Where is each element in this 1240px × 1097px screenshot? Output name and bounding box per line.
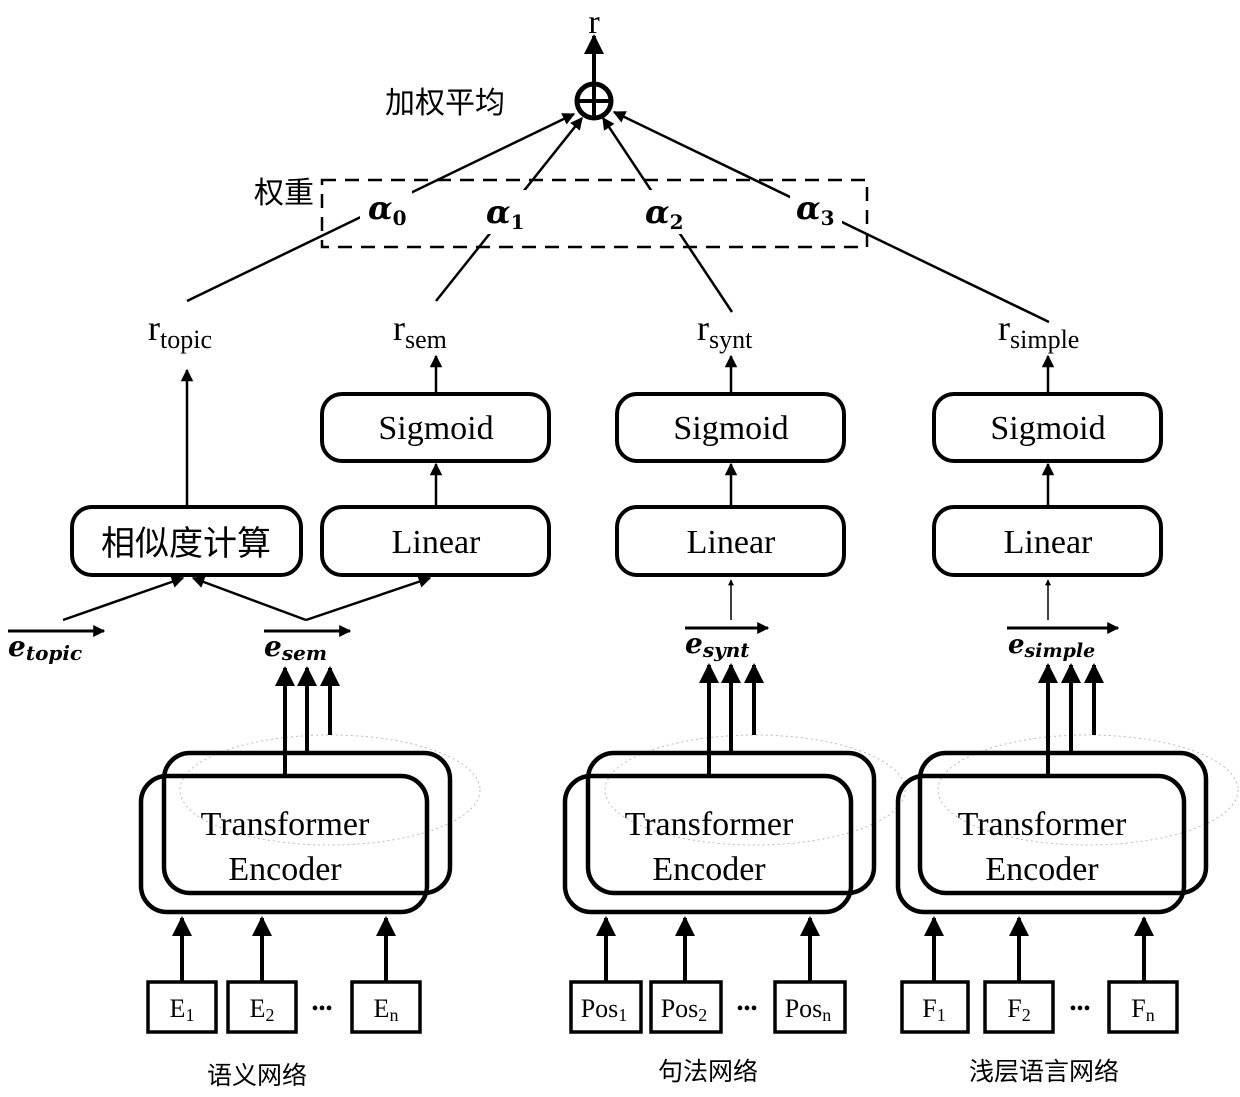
weighted-average-label: 加权平均 bbox=[385, 86, 505, 121]
network-name: 浅层语言网络 bbox=[969, 1057, 1119, 1086]
ellipsis: ••• bbox=[1069, 998, 1090, 1020]
input-token-box: F1 bbox=[900, 916, 970, 1034]
score-r-simple: rsimple bbox=[998, 308, 1079, 354]
input-token-box: En bbox=[350, 916, 422, 1034]
input-token-box: E2 bbox=[226, 916, 298, 1034]
encoder-label-line1: Transformer bbox=[201, 806, 370, 843]
input-token-box: Posn bbox=[773, 916, 847, 1034]
network-name: 句法网络 bbox=[658, 1057, 758, 1086]
embedding-e-sem: esem bbox=[264, 625, 352, 665]
input-token-box: E1 bbox=[146, 916, 218, 1034]
transformer-encoder-synt: Transformer Encoder bbox=[562, 663, 906, 915]
sigmoid-label-simple: Sigmoid bbox=[990, 410, 1105, 447]
output-node: r bbox=[584, 4, 604, 84]
svg-text:esimple: esimple bbox=[1008, 630, 1095, 662]
score-r-topic: rtopic bbox=[148, 308, 212, 354]
model-architecture-diagram: r 加权平均 权重 α0 α1 α2 α3 rtopic rsem rsynt bbox=[8, 4, 1239, 1090]
output-label: r bbox=[588, 4, 600, 41]
encoder-label-line2: Encoder bbox=[985, 851, 1099, 888]
svg-text:esem: esem bbox=[264, 630, 327, 665]
sigmoid-label-sem: Sigmoid bbox=[378, 410, 493, 447]
input-token-box: Pos2 bbox=[649, 916, 723, 1034]
weighted-sum-node: 加权平均 bbox=[385, 81, 614, 121]
transformer-encoder-sem: Transformer Encoder bbox=[138, 666, 481, 915]
weights-group: 权重 α0 α1 α2 α3 bbox=[254, 176, 869, 249]
score-labels: rtopic rsem rsynt rsimple bbox=[148, 308, 1079, 354]
embedding-e-topic: etopic bbox=[8, 625, 106, 665]
network-shallow-language: F1 F2 ••• Fn 浅层语言网络 bbox=[900, 916, 1179, 1086]
esem-to-similarity-arrow bbox=[191, 576, 307, 622]
encoder-label-line1: Transformer bbox=[958, 806, 1127, 843]
network-name: 语义网络 bbox=[207, 1061, 307, 1090]
embedding-e-synt: esynt bbox=[685, 622, 770, 662]
sigmoid-label-synt: Sigmoid bbox=[673, 410, 788, 447]
svg-text:esynt: esynt bbox=[685, 627, 750, 662]
similarity-computation-label: 相似度计算 bbox=[101, 524, 271, 564]
esem-to-linear-arrow bbox=[305, 575, 432, 622]
input-token-box: Fn bbox=[1107, 916, 1179, 1034]
weights-label: 权重 bbox=[254, 176, 314, 211]
encoder-label-line2: Encoder bbox=[228, 851, 342, 888]
simple-branch: Sigmoid Linear bbox=[932, 354, 1163, 620]
topic-branch: 相似度计算 bbox=[70, 368, 303, 577]
input-token-box: Pos1 bbox=[569, 916, 643, 1034]
svg-text:etopic: etopic bbox=[8, 630, 82, 665]
score-r-sem: rsem bbox=[393, 308, 447, 354]
synt-branch: Sigmoid Linear bbox=[615, 354, 846, 620]
weight-connections bbox=[186, 110, 1050, 324]
circle-plus-icon bbox=[574, 81, 614, 121]
score-r-synt: rsynt bbox=[697, 308, 753, 354]
network-syntax: Pos1 Pos2 ••• Posn 句法网络 bbox=[569, 916, 847, 1086]
embedding-e-simple: esimple bbox=[1007, 622, 1120, 662]
transformer-encoder-simple: Transformer Encoder bbox=[895, 663, 1239, 915]
encoder-label-line1: Transformer bbox=[625, 806, 794, 843]
input-token-box: F2 bbox=[983, 916, 1055, 1034]
embedding-connections-sem bbox=[62, 575, 432, 622]
linear-label-simple: Linear bbox=[1004, 524, 1093, 561]
ellipsis: ••• bbox=[736, 998, 757, 1020]
encoder-label-line2: Encoder bbox=[652, 851, 766, 888]
sem-branch: Sigmoid Linear bbox=[320, 354, 551, 577]
ellipsis: ••• bbox=[311, 998, 332, 1020]
network-semantic: E1 E2 ••• En 语义网络 bbox=[146, 916, 422, 1090]
linear-label-synt: Linear bbox=[687, 524, 776, 561]
embedding-vectors: etopic esem esynt esimple bbox=[8, 622, 1120, 665]
etopic-to-similarity-arrow bbox=[62, 575, 185, 622]
linear-label-sem: Linear bbox=[392, 524, 481, 561]
